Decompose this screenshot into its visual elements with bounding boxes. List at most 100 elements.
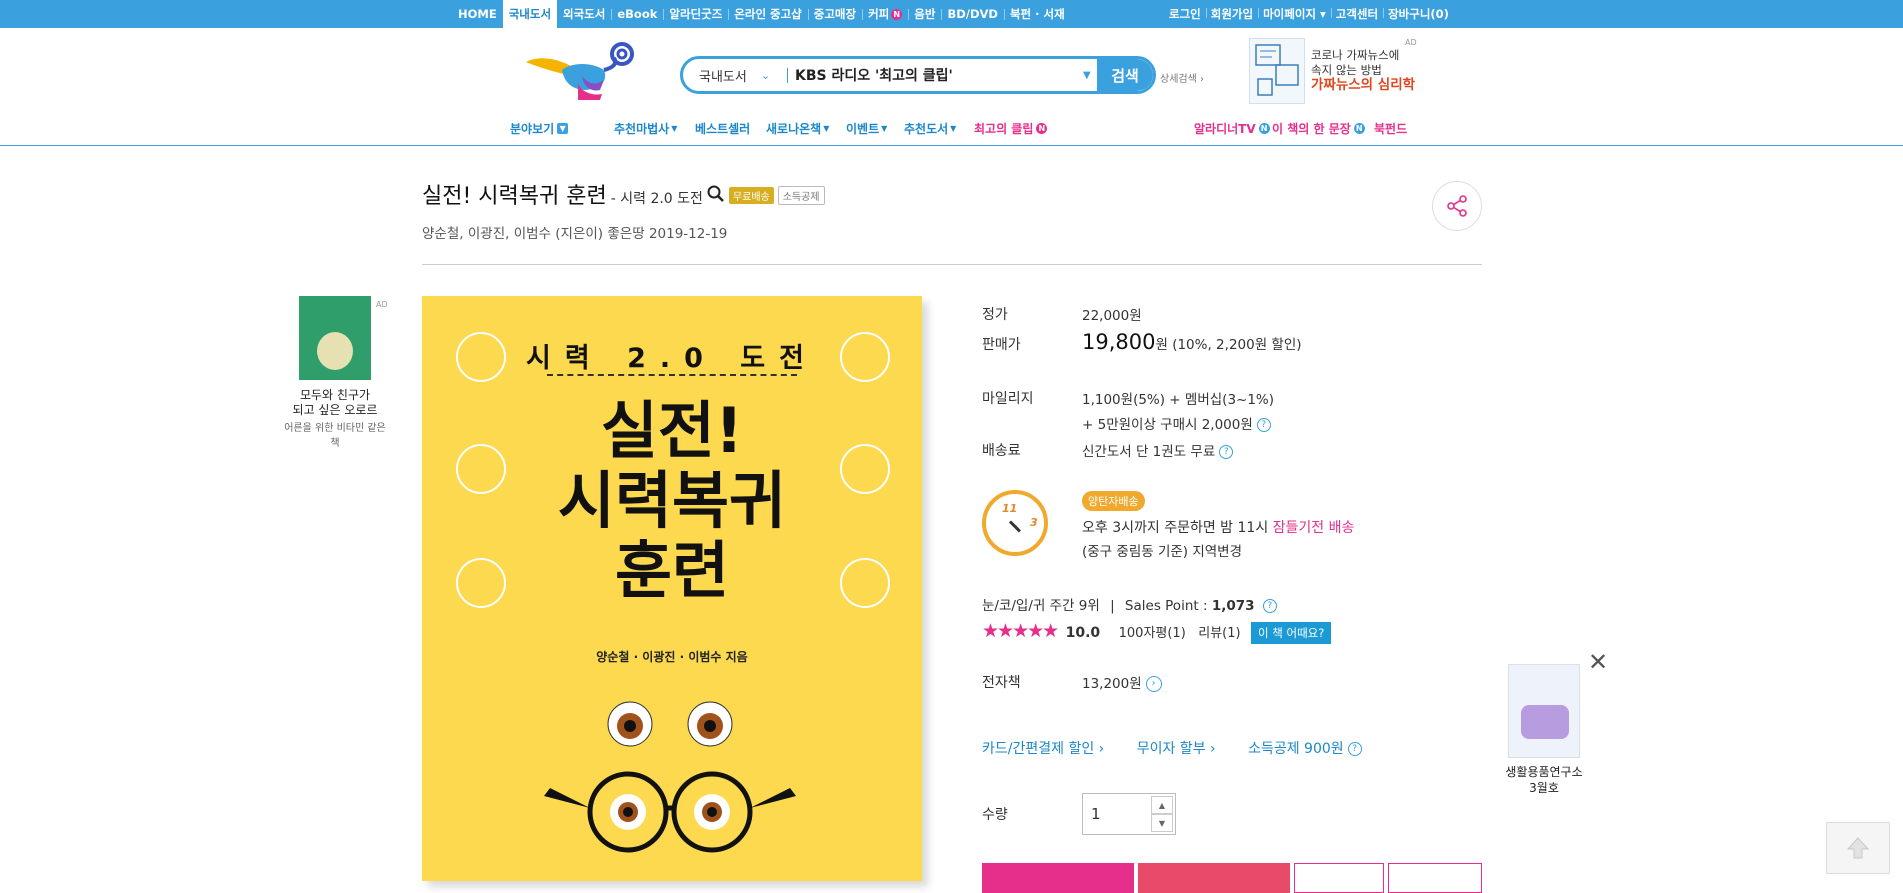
- search-dropdown-icon[interactable]: ▼: [1083, 59, 1091, 91]
- nav-recommend-wizard[interactable]: 추천마법사 ▼: [614, 116, 677, 140]
- top-nav-bookfund[interactable]: 북펀 · 서재: [1003, 0, 1071, 28]
- arrow-up-icon: [1846, 837, 1870, 859]
- nav-recommend-wizard-label: 추천마법사: [614, 121, 670, 136]
- nav-new-books-label: 새로나온책: [766, 121, 822, 136]
- signup-link[interactable]: 회원가입: [1205, 6, 1258, 22]
- top-nav-home[interactable]: HOME: [452, 0, 503, 28]
- ad-label: AD: [376, 300, 388, 309]
- nav-bestseller[interactable]: 베스트셀러: [695, 116, 750, 140]
- caret-down-icon: ▼: [950, 123, 957, 133]
- top-nav-used-store[interactable]: 중고매장: [807, 0, 862, 28]
- buy-now-button[interactable]: [1138, 863, 1290, 893]
- top-nav-domestic-books[interactable]: 국내도서: [502, 0, 558, 28]
- quantity-decrease-button[interactable]: ▼: [1151, 814, 1173, 832]
- top-nav-used-shop[interactable]: 온라인 중고샵: [728, 0, 807, 28]
- author-line: 양순철, 이광진, 이범수 (지은이) 좋은땅 2019-12-19: [422, 222, 736, 242]
- delivery-line1-block: 오후 3시까지 주문하면 밤 11시 잠들기전 배송: [1082, 517, 1354, 537]
- new-badge: N: [1258, 122, 1270, 134]
- scroll-to-top-button[interactable]: [1826, 822, 1890, 874]
- sale-price-block: 19,800원 (10%, 2,200원 할인): [1082, 330, 1302, 354]
- mileage-line1: 1,100원(5%) + 멤버십(3~1%): [1082, 392, 1275, 408]
- chevron-right-icon[interactable]: ›: [1145, 676, 1162, 692]
- short-reviews-link[interactable]: 100자평(1): [1119, 626, 1186, 641]
- header-ad-headline: 가짜뉴스의 심리학: [1311, 77, 1416, 93]
- title-divider: [422, 264, 1482, 265]
- publisher-link[interactable]: 좋은땅: [607, 226, 644, 242]
- payment-links-row: 카드/간편결제 할인 › 무이자 할부 › 소득공제 900원?: [982, 738, 1362, 758]
- clock-label-11: 11: [1002, 502, 1018, 515]
- top-nav-music[interactable]: 음반: [908, 0, 941, 28]
- nav-aladdiner-tv[interactable]: 알라디너TV N: [1194, 116, 1270, 140]
- delivery-region[interactable]: (중구 중림동 기준) 지역변경: [1082, 540, 1242, 560]
- wishlist-button[interactable]: [1388, 863, 1482, 893]
- left-ad-banner[interactable]: AD 모두와 친구가 되고 싶은 오로르 어른을 위한 비타민 같은 책: [280, 296, 390, 449]
- top-nav-ebook[interactable]: eBook: [611, 0, 663, 28]
- author-link[interactable]: 이광진,: [468, 226, 510, 242]
- browse-categories-button[interactable]: 분야보기 ▼: [510, 116, 569, 140]
- rating-score: 10.0: [1065, 625, 1101, 641]
- help-icon[interactable]: ?: [1256, 418, 1271, 432]
- rating-row: ★★★★★ 10.0 100자평(1) 리뷰(1) 이 책 어때요?: [982, 620, 1332, 644]
- how-about-book-button[interactable]: 이 책 어때요?: [1251, 622, 1332, 644]
- search-category-select[interactable]: 국내도서 ⌄: [699, 59, 770, 91]
- clock-hand: [1008, 520, 1021, 533]
- search-category-label: 국내도서: [699, 69, 747, 85]
- nav-bookfund[interactable]: 북펀드: [1374, 116, 1407, 140]
- nav-recommended[interactable]: 추천도서 ▼: [904, 116, 956, 140]
- search-input[interactable]: [795, 59, 1085, 91]
- card-discount-link[interactable]: 카드/간편결제 할인 ›: [982, 741, 1104, 757]
- top-nav-coffee[interactable]: 커피 N: [862, 0, 908, 28]
- author-link[interactable]: 양순철,: [422, 226, 464, 242]
- left-ad-book-cover: [299, 296, 371, 380]
- quantity-stepper: ▲ ▼: [1082, 793, 1176, 835]
- help-icon[interactable]: ?: [1219, 445, 1234, 459]
- mileage-line2: + 5만원이상 구매시 2,000원: [1082, 417, 1253, 433]
- right-floating-ad[interactable]: 생활용품연구소 3월호: [1496, 664, 1592, 796]
- aladin-logo[interactable]: [522, 40, 642, 102]
- gift-button[interactable]: [1294, 863, 1384, 893]
- top-nav-goods[interactable]: 알라딘굿즈: [663, 0, 728, 28]
- shipping-block: 신간도서 단 1권도 무료?: [1082, 440, 1234, 460]
- sale-price: 19,800: [1082, 330, 1156, 354]
- add-to-cart-button[interactable]: [982, 863, 1134, 893]
- tax-deduction-link[interactable]: 소득공제 900원: [1248, 741, 1344, 757]
- caret-down-icon: ▼: [671, 123, 678, 133]
- eye-icon: [456, 444, 506, 494]
- login-link[interactable]: 로그인: [1164, 6, 1206, 22]
- category-rank-link[interactable]: 눈/코/입/귀 주간 9위: [982, 598, 1100, 614]
- reviews-link[interactable]: 리뷰(1): [1198, 626, 1240, 641]
- share-button[interactable]: [1432, 181, 1482, 231]
- shipping-value: 신간도서 단 1권도 무료: [1082, 444, 1216, 460]
- help-icon[interactable]: ?: [1347, 742, 1362, 756]
- quantity-input[interactable]: [1091, 794, 1151, 834]
- discount-detail: (10%, 2,200원 할인): [1172, 337, 1302, 353]
- nav-events-label: 이벤트: [846, 121, 880, 136]
- cover-authors: 양순철 · 이광진 · 이범수 지음: [596, 650, 748, 664]
- mypage-link[interactable]: 마이페이지 ▾: [1258, 6, 1331, 22]
- advanced-search-link[interactable]: 상세검색 ›: [1160, 70, 1204, 85]
- cart-link[interactable]: 장바구니(0): [1383, 6, 1454, 22]
- nav-new-books[interactable]: 새로나온책 ▼: [766, 116, 829, 140]
- top-nav-foreign-books[interactable]: 외국도서: [557, 0, 611, 28]
- book-cover-image[interactable]: 시력 2.0 도전 실전! 시력복귀 훈련 양순철 · 이광진 · 이범수 지음: [422, 296, 922, 881]
- search-button[interactable]: 검색: [1097, 59, 1153, 91]
- customer-center-link[interactable]: 고객센터: [1330, 6, 1383, 22]
- quantity-increase-button[interactable]: ▲: [1151, 796, 1173, 814]
- genie-lamp-icon: [526, 42, 634, 100]
- top-nav-bd-dvd[interactable]: BD/DVD: [941, 0, 1004, 28]
- nav-events[interactable]: 이벤트 ▼: [846, 116, 887, 140]
- author-link[interactable]: 이범수 (지은이): [514, 226, 603, 242]
- nav-book-sentence[interactable]: 이 책의 한 문장 N: [1272, 116, 1365, 140]
- tax-deduction-badge: 소득공제: [777, 186, 825, 205]
- ebook-price-link[interactable]: 13,200원: [1082, 676, 1142, 692]
- caret-down-icon: ▼: [823, 123, 830, 133]
- shipping-label: 배송료: [982, 443, 1021, 459]
- caret-down-icon: ▼: [881, 123, 888, 133]
- header-ad-banner[interactable]: 코로나 가짜뉴스에 속지 않는 방법 가짜뉴스의 심리학 AD: [1249, 38, 1419, 108]
- nav-best-clip[interactable]: 최고의 클립 N: [974, 116, 1048, 140]
- top-nav-coffee-label: 커피: [868, 7, 890, 21]
- help-icon[interactable]: ?: [1262, 599, 1277, 613]
- installment-link[interactable]: 무이자 할부 ›: [1137, 741, 1216, 757]
- bedtime-delivery-link[interactable]: 잠들기전 배송: [1273, 520, 1355, 536]
- search-icon[interactable]: [707, 185, 725, 207]
